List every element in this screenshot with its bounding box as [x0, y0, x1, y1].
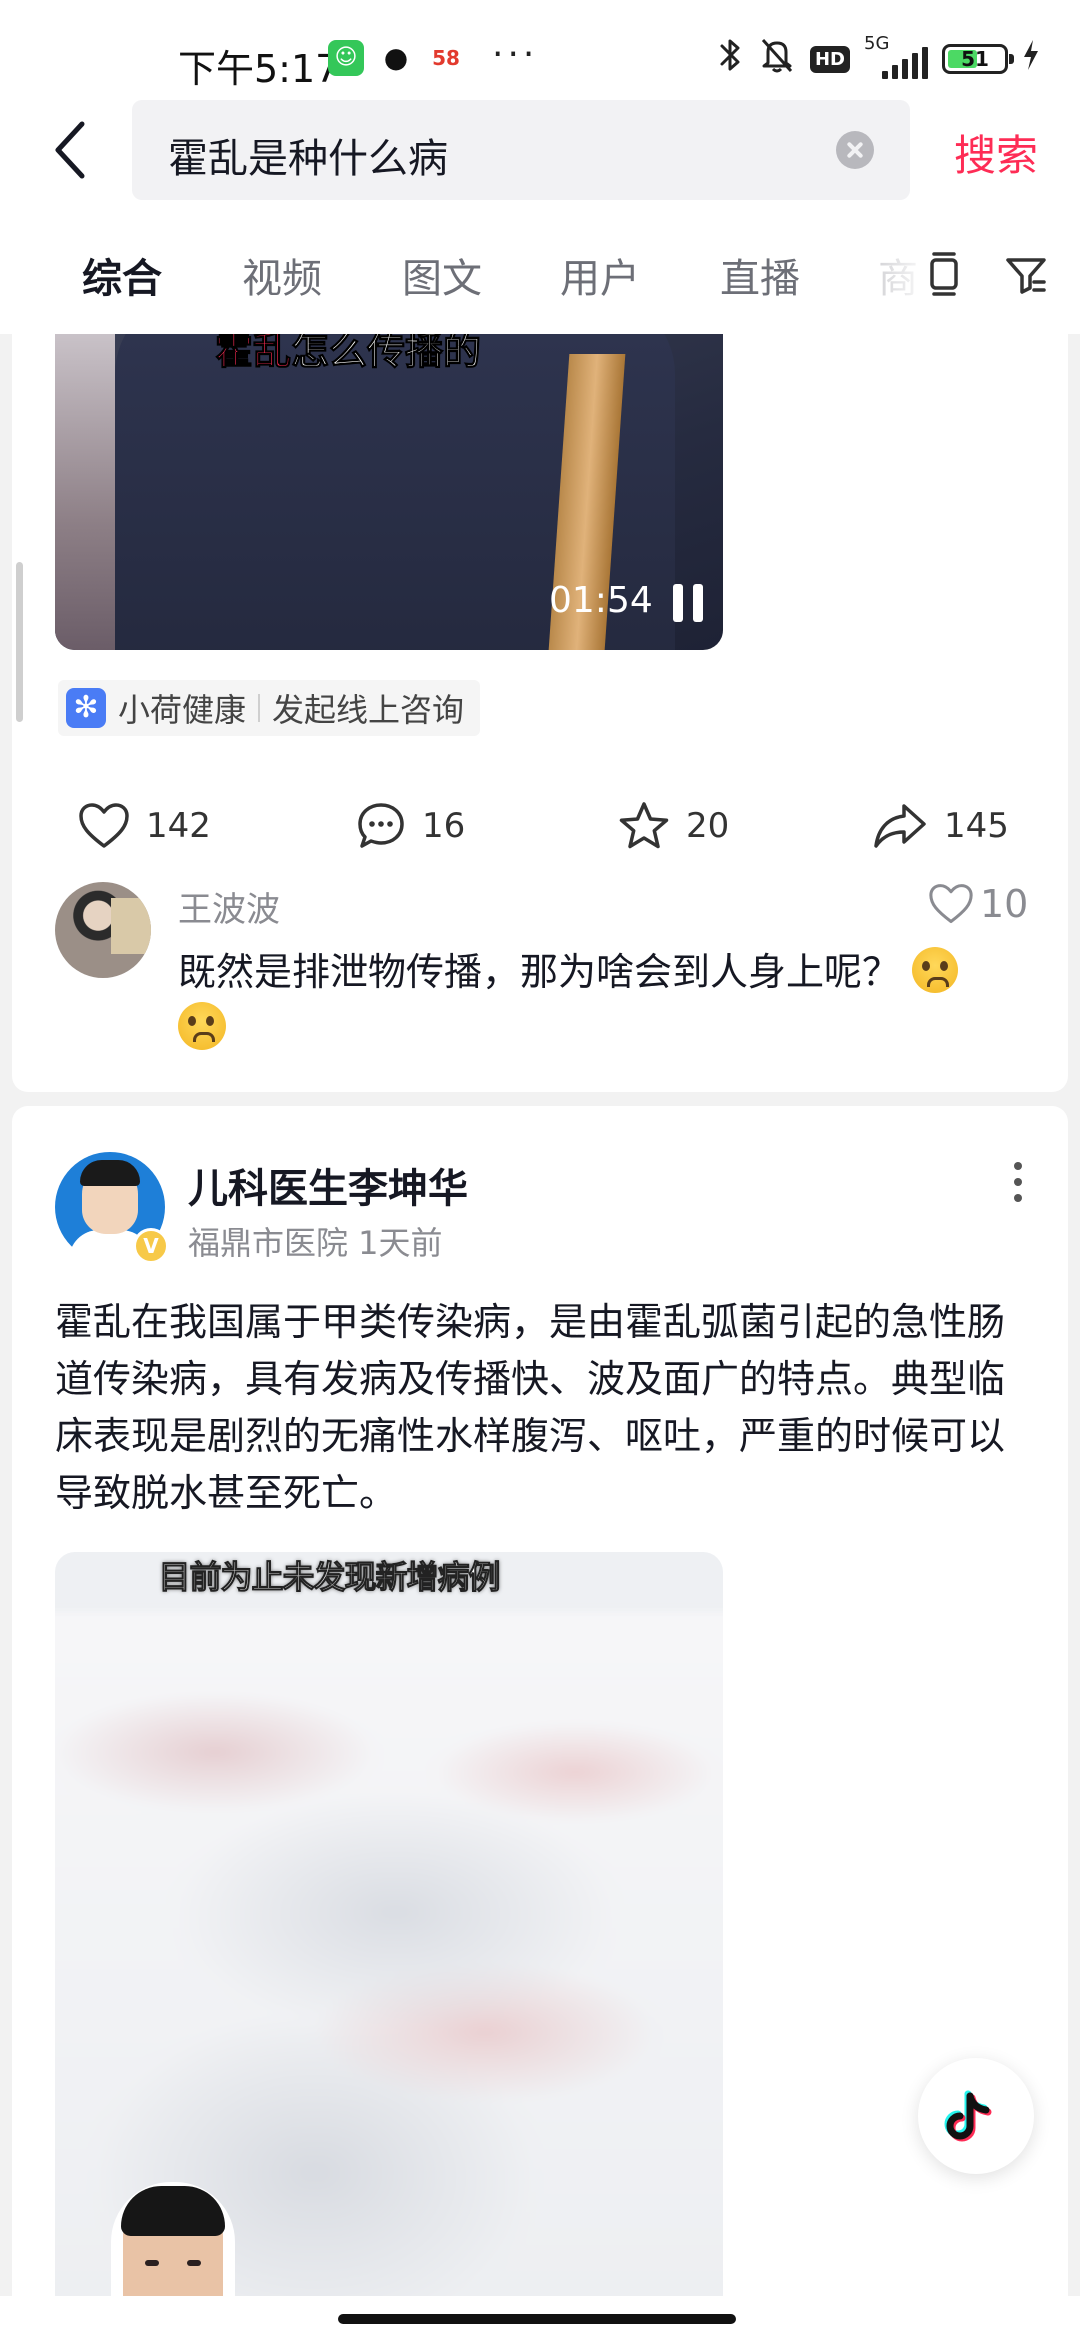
post-card: 霍乱怎么传播的 01:54 ✻ 小荷健康 发起线上咨询 142 16 20 14…	[12, 320, 1068, 1092]
scroll-indicator[interactable]	[16, 562, 23, 722]
avatar[interactable]	[55, 882, 151, 978]
back-button[interactable]	[48, 118, 98, 182]
video-thumbnail[interactable]: 霍乱怎么传播的 01:54	[55, 334, 723, 650]
search-button[interactable]: 搜索	[954, 122, 1038, 183]
search-input[interactable]: 霍乱是种什么病	[132, 100, 910, 200]
tab-video[interactable]: 视频	[242, 246, 322, 304]
pause-icon[interactable]	[671, 584, 705, 622]
tab-all[interactable]: 综合	[82, 246, 162, 304]
more-vertical-icon[interactable]	[1008, 1162, 1028, 1212]
status-indicators: HD 5G 51	[718, 33, 1040, 84]
battery-level: 51	[961, 47, 989, 71]
home-indicator[interactable]	[338, 2314, 736, 2324]
comment-button[interactable]: 16	[356, 798, 465, 854]
author-name[interactable]: 儿科医生李坤华	[188, 1156, 468, 1214]
comment-count: 16	[422, 806, 466, 846]
like-count: 142	[146, 806, 211, 846]
like-button[interactable]: 142	[78, 798, 211, 854]
clear-circle-icon[interactable]	[836, 131, 874, 169]
tab-image-text[interactable]: 图文	[402, 246, 482, 304]
share-button[interactable]: 145	[872, 798, 1009, 854]
video-caption: 霍乱怎么传播的	[214, 334, 482, 374]
mini-app-link[interactable]: ✻ 小荷健康 发起线上咨询	[58, 680, 481, 736]
crying-emoji-icon	[178, 1002, 226, 1050]
share-count: 145	[944, 806, 1009, 846]
heart-icon	[929, 884, 973, 924]
crying-emoji-icon	[912, 947, 959, 993]
status-bar: 下午5:17 ☺ ● 58 ··· HD 5G 51	[0, 0, 1080, 100]
app58-notification-icon: 58	[428, 40, 464, 76]
xiaohe-health-icon: ✻	[66, 688, 106, 728]
search-result-tabs: 综合 视频 图文 用户 直播 商	[0, 210, 1080, 334]
heart-icon	[79, 803, 129, 848]
tab-live[interactable]: 直播	[720, 246, 800, 304]
charging-icon	[1022, 38, 1040, 80]
share-arrow-icon	[874, 804, 926, 848]
post-actions: 142 16 20 145	[12, 784, 1068, 864]
comment-like-count: 10	[980, 882, 1029, 926]
video-caption: 目前为止未发现新增病例	[158, 1558, 501, 1597]
qq-notification-icon: ●	[378, 40, 414, 76]
battery-icon: 51	[942, 44, 1014, 74]
search-header: 霍乱是种什么病 搜索	[0, 100, 1080, 210]
filter-icon[interactable]	[1002, 250, 1050, 298]
comment-like-button[interactable]: 10	[928, 878, 1028, 930]
favorite-count: 20	[686, 806, 730, 846]
avatar[interactable]: V	[55, 1152, 169, 1264]
chevron-left-icon	[55, 121, 85, 179]
comment-text: 既然是排泄物传播，那为啥会到人身上呢？	[178, 946, 1038, 998]
bluetooth-icon	[718, 35, 744, 83]
comment-username[interactable]: 王波波	[178, 882, 280, 931]
star-icon	[619, 802, 669, 849]
tab-users[interactable]: 用户	[560, 246, 640, 304]
post-body-text[interactable]: 霍乱在我国属于甲类传染病，是由霍乱弧菌引起的急性肠道传染病，具有发病及传播快、波…	[55, 1294, 1035, 1522]
mini-app-action: 发起线上咨询	[272, 691, 465, 729]
favorite-button[interactable]: 20	[618, 798, 729, 854]
mini-app-name: 小荷健康	[118, 691, 247, 729]
video-thumbnail[interactable]: 目前为止未发现新增病例	[55, 1552, 723, 2340]
more-notifications-icon: ···	[492, 34, 539, 75]
hd-voice-badge: HD	[809, 45, 850, 73]
mute-bell-icon	[758, 35, 796, 83]
douyin-logo-icon	[944, 2090, 992, 2142]
layout-toggle-icon[interactable]	[920, 250, 968, 298]
status-time: 下午5:17	[178, 47, 340, 91]
video-duration: 01:54	[549, 580, 653, 621]
verified-icon: V	[133, 1228, 169, 1264]
cell-signal-icon: 5G	[864, 33, 928, 81]
wechat-notification-icon: ☺	[328, 40, 364, 76]
post-card: V 儿科医生李坤华 福鼎市医院 1天前 霍乱在我国属于甲类传染病，是由霍乱弧菌引…	[12, 1106, 1068, 2340]
author-meta: 福鼎市医院 1天前	[188, 1224, 443, 1262]
comment-bubble-icon	[358, 803, 404, 848]
douyin-home-button[interactable]	[918, 2058, 1034, 2174]
search-query-text[interactable]: 霍乱是种什么病	[168, 126, 448, 184]
navigation-bar	[0, 2296, 1080, 2340]
